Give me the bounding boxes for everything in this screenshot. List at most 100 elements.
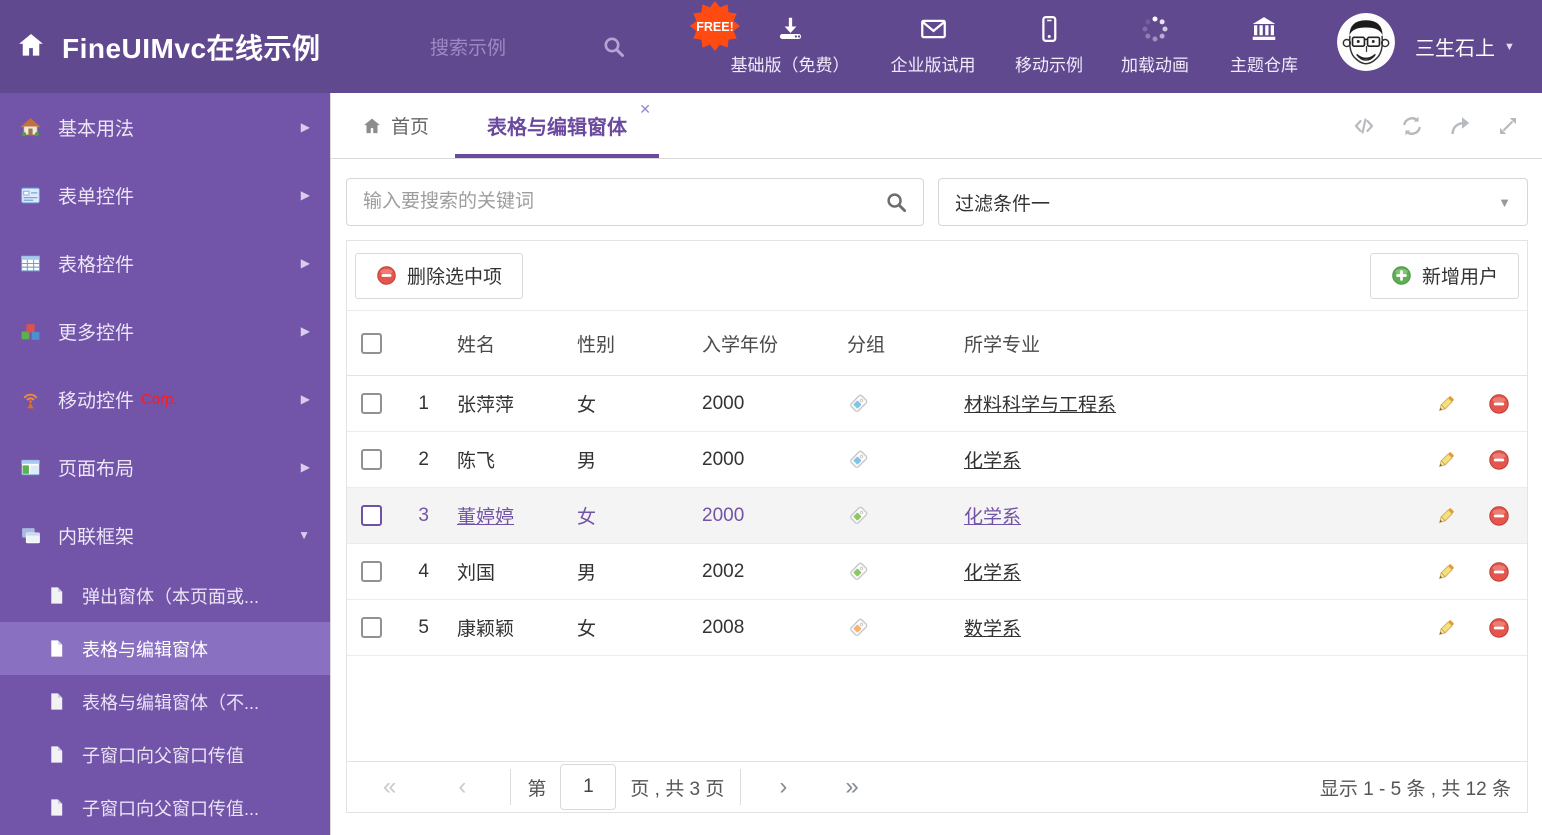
home-icon[interactable] (16, 30, 46, 60)
nav-item-enterprise-trial[interactable]: 企业版试用 (891, 14, 976, 76)
major-link[interactable]: 化学系 (964, 563, 1021, 584)
sidebar-item-grid-controls[interactable]: 表格控件 ▶ (0, 229, 330, 297)
table-row-selected[interactable]: 3 董婷婷 女 2000 化学系 (347, 488, 1527, 544)
nav-item-label: 加载动画 (1121, 56, 1189, 75)
sidebar-subitem-child-to-parent-2[interactable]: 子窗口向父窗口传值... (0, 781, 330, 834)
cell-name: 刘国 (457, 563, 496, 584)
header-search-input[interactable]: 搜索示例 (430, 0, 506, 93)
search-icon[interactable] (602, 35, 626, 59)
tab-grid-edit-window[interactable]: 表格与编辑窗体 ✕ (455, 93, 659, 158)
edit-pencil-icon[interactable] (1422, 505, 1470, 527)
search-icon[interactable] (885, 191, 908, 214)
app-header: FineUIMvc在线示例 搜索示例 FREE! 基础版（免费） 企业版试用 移… (0, 0, 1542, 93)
file-icon (47, 586, 66, 605)
table-row[interactable]: 5 康颖颖 女 2008 数学系 (347, 600, 1527, 656)
sidebar-subitem-child-to-parent[interactable]: 子窗口向父窗口传值 (0, 728, 330, 781)
delete-row-icon[interactable] (1470, 505, 1527, 527)
row-checkbox[interactable] (361, 449, 382, 470)
refresh-icon[interactable] (1400, 114, 1424, 138)
delete-row-icon[interactable] (1470, 561, 1527, 583)
row-checkbox[interactable] (361, 561, 382, 582)
user-menu[interactable]: 三生石上 ▼ (1415, 0, 1515, 93)
major-link[interactable]: 化学系 (964, 507, 1021, 528)
sidebar-item-mobile-controls[interactable]: 移动控件 Corp. ▶ (0, 365, 330, 433)
delete-row-icon[interactable] (1470, 449, 1527, 471)
tab-bar: 首页 表格与编辑窗体 ✕ (331, 93, 1542, 159)
row-checkbox[interactable] (361, 617, 382, 638)
chevron-right-icon: ▶ (300, 460, 310, 474)
next-page-button[interactable]: › (779, 775, 787, 799)
column-header-major[interactable]: 所学专业 (949, 330, 1422, 357)
expand-icon[interactable] (1496, 114, 1520, 138)
row-number: 5 (418, 616, 429, 638)
edit-pencil-icon[interactable] (1422, 617, 1470, 639)
column-header-year[interactable]: 入学年份 (687, 330, 832, 357)
last-page-button[interactable]: » (845, 775, 858, 799)
download-icon (775, 14, 805, 44)
cubes-icon (20, 321, 41, 342)
table-row[interactable]: 1 张萍萍 女 2000 材料科学与工程系 (347, 376, 1527, 432)
close-icon[interactable]: ✕ (639, 101, 651, 118)
page-number-input[interactable] (560, 764, 617, 810)
cell-name: 康颖颖 (457, 619, 515, 640)
sidebar-item-basic-usage[interactable]: 基本用法 ▶ (0, 93, 330, 161)
username: 三生石上 (1415, 38, 1495, 60)
sidebar-item-label: 表格控件 (58, 254, 135, 276)
tab-label: 首页 (391, 117, 430, 138)
edit-pencil-icon[interactable] (1422, 561, 1470, 583)
column-header-gender[interactable]: 性别 (562, 330, 687, 357)
major-link[interactable]: 材料科学与工程系 (964, 395, 1116, 416)
sidebar-item-form-controls[interactable]: 表单控件 ▶ (0, 161, 330, 229)
prev-page-button[interactable]: ‹ (458, 775, 466, 799)
major-link[interactable]: 化学系 (964, 451, 1021, 472)
edit-pencil-icon[interactable] (1422, 449, 1470, 471)
tag-icon (832, 617, 949, 639)
nav-item-basic-edition[interactable]: 基础版（免费） (731, 14, 850, 76)
delete-selected-button[interactable]: 删除选中项 (355, 252, 524, 299)
share-icon[interactable] (1448, 114, 1472, 138)
avatar[interactable] (1337, 13, 1395, 71)
row-checkbox[interactable] (361, 393, 382, 414)
sidebar-item-label: 更多控件 (58, 322, 135, 344)
source-code-icon[interactable] (1352, 114, 1376, 138)
column-header-group[interactable]: 分组 (832, 330, 949, 357)
caret-down-icon: ▼ (298, 528, 310, 542)
select-all-checkbox[interactable] (361, 332, 382, 354)
keyword-search-input[interactable] (347, 191, 885, 213)
nav-item-mobile-demo[interactable]: 移动示例 (1015, 14, 1083, 76)
delete-row-icon[interactable] (1470, 393, 1527, 415)
sidebar-subitem-grid-edit-window[interactable]: 表格与编辑窗体 (0, 622, 330, 675)
sidebar-item-page-layout[interactable]: 页面布局 ▶ (0, 433, 330, 501)
tag-icon (832, 505, 949, 527)
cell-year: 2000 (702, 504, 745, 526)
form-icon (20, 185, 41, 206)
table-icon (20, 253, 41, 274)
record-summary: 显示 1 - 5 条 , 共 12 条 (1319, 778, 1511, 800)
row-number: 1 (418, 392, 429, 414)
column-header-name[interactable]: 姓名 (442, 330, 562, 357)
delete-row-icon[interactable] (1470, 617, 1527, 639)
first-page-button[interactable]: « (383, 775, 396, 799)
row-checkbox[interactable] (361, 505, 382, 526)
sidebar-item-iframe[interactable]: 内联框架 ▼ (0, 501, 330, 569)
edit-pencil-icon[interactable] (1422, 393, 1470, 415)
cell-name: 董婷婷 (457, 507, 515, 528)
sidebar-item-label: 基本用法 (58, 118, 135, 140)
table-row[interactable]: 2 陈飞 男 2000 化学系 (347, 432, 1527, 488)
cell-gender: 女 (577, 395, 597, 416)
caret-down-icon: ▼ (1498, 194, 1511, 210)
filter-dropdown[interactable]: 过滤条件一 ▼ (938, 178, 1528, 226)
major-link[interactable]: 数学系 (964, 619, 1021, 640)
table-row[interactable]: 4 刘国 男 2002 化学系 (347, 544, 1527, 600)
nav-item-theme-repo[interactable]: 主题仓库 (1230, 14, 1298, 76)
sidebar-subitem-popup-window[interactable]: 弹出窗体（本页面或... (0, 569, 330, 622)
add-user-button[interactable]: 新增用户 (1369, 252, 1519, 299)
main-content: 首页 表格与编辑窗体 ✕ 过滤条件一 ▼ (330, 93, 1542, 835)
sidebar-item-more-controls[interactable]: 更多控件 ▶ (0, 297, 330, 365)
nav-item-loading-animation[interactable]: 加载动画 (1121, 14, 1189, 76)
sidebar-subitem-grid-edit-window-2[interactable]: 表格与编辑窗体（不... (0, 675, 330, 728)
add-user-label: 新增用户 (1421, 267, 1498, 288)
tab-home[interactable]: 首页 (362, 93, 429, 158)
cell-year: 2000 (702, 392, 745, 414)
file-icon (47, 639, 66, 658)
